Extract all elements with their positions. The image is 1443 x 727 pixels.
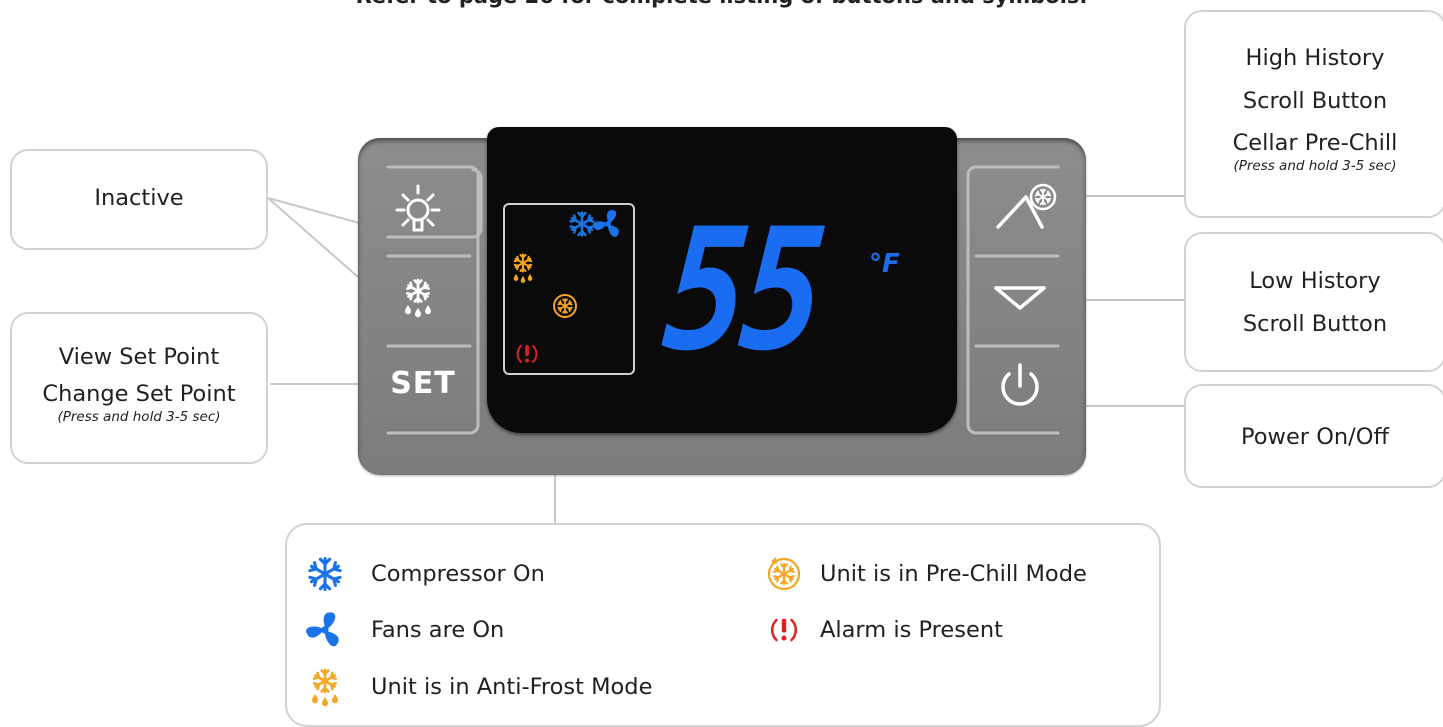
power-button[interactable] (990, 358, 1050, 418)
low-history-label: Low History (1249, 268, 1381, 294)
set-label: SET (390, 366, 456, 401)
pre-chill-note: (Press and hold 3-5 sec) (1233, 157, 1397, 174)
change-set-point-label: Change Set Point (42, 380, 236, 407)
legend-label: Unit is in Pre-Chill Mode (820, 561, 1087, 587)
indicator-box (503, 203, 635, 375)
legend-label: Fans are On (371, 617, 505, 643)
indicator-pre-chill-icon (553, 294, 577, 318)
compressor-icon (308, 556, 342, 592)
pre-chill-icon (767, 557, 801, 591)
legend-box: Compressor On Fans are On Unit is in Ant… (285, 523, 1161, 727)
indicator-compressor-icon (569, 211, 595, 237)
low-history-callout: Low History Scroll Button (1184, 232, 1443, 372)
set-button[interactable]: SET (383, 360, 463, 410)
down-button[interactable] (990, 270, 1060, 330)
light-button[interactable] (383, 180, 453, 250)
power-callout: Power On/Off (1184, 384, 1443, 488)
defrost-icon (405, 278, 431, 318)
temperature-unit: °F (869, 249, 900, 279)
legend-item-anti-frost: Unit is in Anti-Frost Mode (305, 665, 652, 709)
view-set-point-label: View Set Point (58, 344, 220, 370)
legend-item-pre-chill: Unit is in Pre-Chill Mode (764, 554, 1087, 594)
legend-label: Unit is in Anti-Frost Mode (371, 674, 653, 700)
fan-icon (305, 612, 341, 648)
set-point-note: (Press and hold 3-5 sec) (57, 409, 221, 425)
cellar-pre-chill-label: Cellar Pre-Chill (1232, 130, 1398, 156)
down-arrow-icon (994, 286, 1046, 310)
indicator-alarm-icon (516, 344, 538, 364)
indicator-anti-frost-icon (513, 253, 533, 283)
up-prechill-button[interactable] (990, 170, 1070, 240)
set-point-callout: View Set Point Change Set Point (Press a… (10, 312, 268, 464)
inactive-label: Inactive (94, 185, 184, 211)
high-history-callout: High History Scroll Button Cellar Pre-Ch… (1184, 10, 1443, 218)
legend-item-fans: Fans are On (305, 610, 504, 650)
light-bulb-icon (395, 184, 441, 232)
power-label: Power On/Off (1241, 424, 1389, 450)
high-history-label: High History (1245, 45, 1385, 71)
up-arrow-prechill-icon (996, 183, 1057, 229)
alarm-icon (770, 617, 798, 642)
anti-frost-icon (312, 668, 338, 707)
defrost-button[interactable] (383, 265, 453, 335)
high-scroll-label: Scroll Button (1242, 87, 1388, 114)
legend-item-compressor: Compressor On (305, 554, 545, 594)
legend-item-alarm: Alarm is Present (764, 610, 1003, 650)
power-icon (1001, 363, 1039, 406)
low-scroll-label: Scroll Button (1242, 310, 1388, 337)
indicator-fan-icon (591, 210, 621, 239)
legend-label: Alarm is Present (820, 617, 1003, 643)
temperature-readout: 55 (657, 192, 827, 388)
display-screen: 55 °F (487, 127, 957, 433)
inactive-callout: Inactive (10, 149, 268, 250)
legend-label: Compressor On (371, 561, 545, 587)
